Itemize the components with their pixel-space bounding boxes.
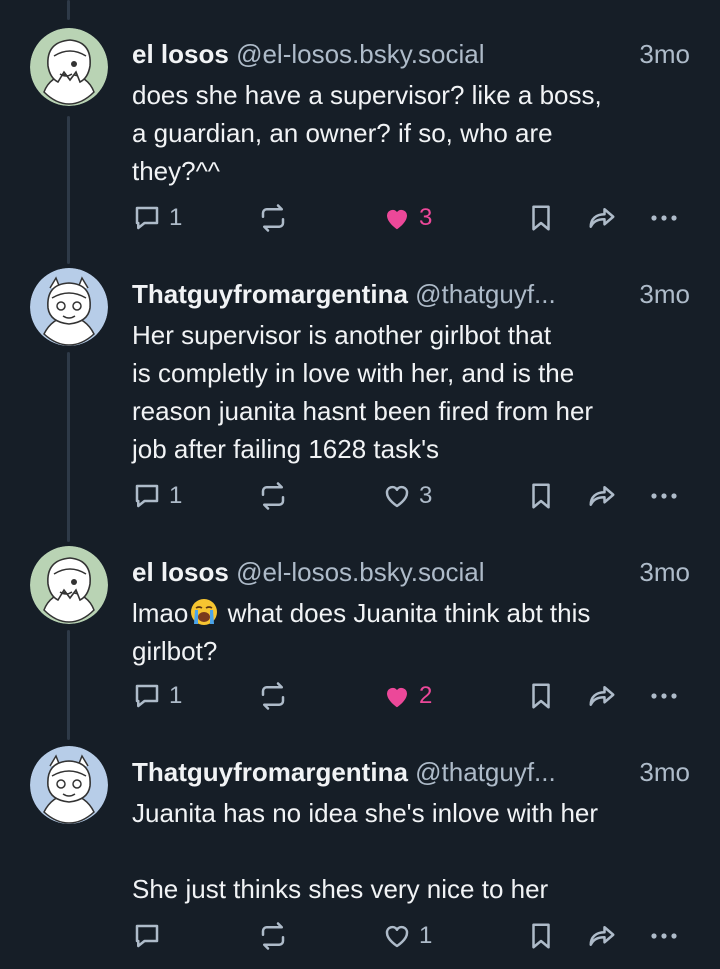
post-actions: 1 3: [132, 198, 694, 238]
post-header: el losos @el-losos.bsky.social 3mo: [132, 36, 690, 72]
avatar[interactable]: [30, 746, 108, 824]
like-count: 2: [419, 682, 433, 709]
bookmark-button[interactable]: [526, 916, 556, 956]
share-button[interactable]: [586, 916, 618, 956]
reply-icon: [135, 484, 159, 508]
author-name[interactable]: Thatguyfromargentina: [132, 279, 408, 309]
repost-button[interactable]: [258, 198, 288, 238]
green-avatar-icon: [30, 546, 108, 624]
loudly-crying-face-icon: [191, 599, 218, 625]
more-options-button[interactable]: [648, 676, 680, 716]
reply-count: 1: [169, 682, 183, 709]
post-time[interactable]: 3mo: [639, 554, 690, 590]
like-button[interactable]: 3: [382, 476, 432, 516]
author-handle[interactable]: @thatguyf...: [415, 757, 556, 787]
thread: el losos @el-losos.bsky.social 3mo does …: [0, 0, 720, 969]
reply-button[interactable]: 1: [132, 676, 182, 716]
reply-icon: [135, 684, 159, 708]
share-icon: [589, 686, 615, 706]
post-header: Thatguyfromargentina @thatguyf... 3mo: [132, 754, 690, 790]
more-dots-icon: [651, 933, 677, 939]
bookmark-icon: [532, 683, 550, 709]
bookmark-icon: [532, 205, 550, 231]
post-text: Juanita has no idea she's inlove with he…: [132, 798, 599, 904]
bookmark-button[interactable]: [526, 198, 556, 238]
post-header: el losos @el-losos.bsky.social 3mo: [132, 554, 690, 590]
author-handle[interactable]: @el-losos.bsky.social: [236, 557, 484, 587]
more-options-button[interactable]: [648, 476, 680, 516]
author-name[interactable]: el losos: [132, 557, 229, 587]
post-text: does she have a supervisor? like a boss,…: [132, 80, 602, 186]
like-button[interactable]: 2: [382, 676, 432, 716]
more-dots-icon: [651, 493, 677, 499]
avatar[interactable]: [30, 546, 108, 624]
share-icon: [589, 926, 615, 946]
like-count: 3: [419, 204, 433, 231]
more-options-button[interactable]: [648, 916, 680, 956]
thread-line: [67, 352, 70, 542]
thread-line: [67, 630, 70, 740]
author-handle[interactable]: @el-losos.bsky.social: [236, 39, 484, 69]
thread-line: [67, 116, 70, 264]
share-icon: [589, 486, 615, 506]
author-name[interactable]: Thatguyfromargentina: [132, 757, 408, 787]
author-name[interactable]: el losos: [132, 39, 229, 69]
reply-icon: [135, 206, 159, 230]
like-count: 1: [419, 922, 433, 949]
repost-icon: [261, 682, 285, 710]
repost-button[interactable]: [258, 676, 288, 716]
author-handle[interactable]: @thatguyf...: [415, 279, 556, 309]
repost-button[interactable]: [258, 476, 288, 516]
blue-avatar-icon: [30, 268, 108, 346]
like-button[interactable]: 3: [382, 198, 432, 238]
thread-line: [67, 0, 70, 20]
share-button[interactable]: [586, 676, 618, 716]
repost-icon: [261, 204, 285, 232]
share-button[interactable]: [586, 198, 618, 238]
more-dots-icon: [651, 693, 677, 699]
avatar[interactable]: [30, 268, 108, 346]
bookmark-button[interactable]: [526, 676, 556, 716]
share-button[interactable]: [586, 476, 618, 516]
reply-button[interactable]: 1: [132, 476, 182, 516]
reply-icon: [135, 924, 159, 948]
blue-avatar-icon: [30, 746, 108, 824]
reply-count: 1: [169, 482, 183, 509]
repost-icon: [261, 482, 285, 510]
post-text-start: lmao: [132, 598, 189, 628]
reply-button[interactable]: [132, 916, 169, 956]
reply-count: 1: [169, 204, 183, 231]
like-button[interactable]: 1: [382, 916, 432, 956]
more-dots-icon: [651, 215, 677, 221]
bookmark-icon: [532, 923, 550, 949]
post-header: Thatguyfromargentina @thatguyf... 3mo: [132, 276, 690, 312]
avatar[interactable]: [30, 28, 108, 106]
green-avatar-icon: [30, 28, 108, 106]
repost-button[interactable]: [258, 916, 288, 956]
post-actions: 1: [132, 916, 694, 956]
bookmark-icon: [532, 483, 550, 509]
post-time[interactable]: 3mo: [639, 276, 690, 312]
heart-filled-icon: [387, 209, 407, 230]
post-actions: 1 3: [132, 476, 694, 516]
post-actions: 1 2: [132, 676, 694, 716]
post-time[interactable]: 3mo: [639, 36, 690, 72]
post-text: lmao what does Juanita think abt this gi…: [132, 594, 690, 670]
like-count: 3: [419, 482, 433, 509]
post-time[interactable]: 3mo: [639, 754, 690, 790]
heart-filled-icon: [387, 687, 407, 708]
heart-outline-icon: [385, 485, 409, 508]
reply-button[interactable]: 1: [132, 198, 182, 238]
share-icon: [589, 208, 615, 228]
repost-icon: [261, 922, 285, 950]
post-text: Her supervisor is another girlbot that i…: [132, 320, 594, 464]
more-options-button[interactable]: [648, 198, 680, 238]
bookmark-button[interactable]: [526, 476, 556, 516]
heart-outline-icon: [385, 925, 409, 948]
